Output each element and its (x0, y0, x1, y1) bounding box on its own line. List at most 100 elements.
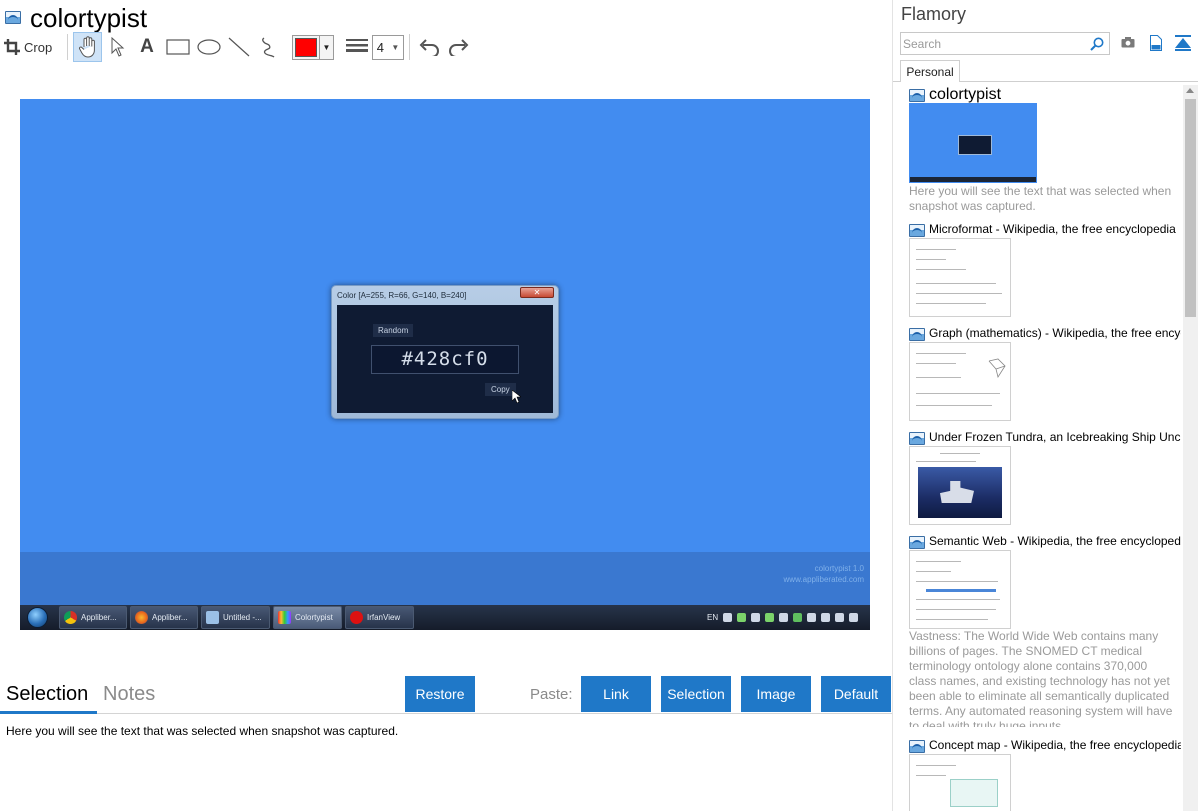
toolbar-divider (67, 34, 68, 60)
flag-icon (849, 612, 859, 622)
tab-selection[interactable]: Selection (6, 683, 88, 706)
search-icon[interactable] (1090, 37, 1104, 51)
line-tool-button[interactable] (226, 32, 252, 62)
taskbar-item-label: Appliber... (81, 613, 117, 622)
tab-notes[interactable]: Notes (103, 683, 155, 706)
taskbar-item: Appliber... (59, 606, 127, 629)
list-item[interactable]: colortypist Here you will see the text t… (909, 86, 1181, 215)
list-item-thumbnail[interactable] (909, 754, 1011, 811)
chevron-down-icon[interactable]: ▼ (319, 36, 333, 59)
paste-link-button[interactable]: Link (581, 676, 651, 712)
list-item[interactable]: Under Frozen Tundra, an Icebreaking Ship… (909, 430, 1181, 526)
snapshot-icon (909, 740, 925, 753)
snapshot-list: colortypist Here you will see the text t… (907, 85, 1181, 811)
list-item-title[interactable]: Concept map - Wikipedia, the free encycl… (929, 738, 1181, 752)
irfanview-icon (350, 611, 363, 624)
thumbnail-text-line (916, 293, 1002, 294)
colortypist-icon (278, 611, 291, 624)
pointer-icon (111, 37, 125, 57)
tab-personal[interactable]: Personal (900, 60, 960, 82)
list-item-thumbnail[interactable] (909, 550, 1011, 629)
taskbar-item: Appliber... (130, 606, 198, 629)
thumbnail-text-line (916, 377, 961, 378)
taskbar-item: Untitled -... (201, 606, 270, 629)
thumbnail-text-line (916, 619, 988, 620)
collapse-icon[interactable] (1175, 35, 1191, 51)
text-tool-button[interactable]: A (136, 32, 158, 62)
line-icon (228, 37, 250, 57)
selection-text[interactable]: Here you will see the text that was sele… (6, 724, 398, 738)
snapshot-icon (909, 224, 925, 237)
thumbnail-text-line (916, 363, 956, 364)
scroll-up-icon[interactable] (1186, 88, 1194, 93)
search-box (900, 32, 1110, 55)
paste-default-button[interactable]: Default (821, 676, 891, 712)
page-icon[interactable] (1150, 35, 1162, 51)
tray-icon (765, 612, 775, 622)
snapshot-icon (909, 328, 925, 341)
watermark-line: colortypist 1.0 (814, 564, 864, 573)
tray-icon (821, 612, 831, 622)
system-tray: EN (707, 610, 859, 624)
hand-tool-button[interactable] (73, 32, 102, 62)
redo-button[interactable] (446, 32, 472, 62)
rectangle-tool-button[interactable] (164, 32, 192, 62)
tray-icon (779, 612, 789, 622)
rectangle-icon (166, 39, 190, 55)
list-item-thumbnail[interactable] (909, 103, 1037, 183)
tray-icon (751, 612, 761, 622)
snapshot-icon (909, 432, 925, 445)
undo-icon (419, 39, 439, 56)
tabs-divider (893, 81, 900, 82)
hex-value: #428cf0 (371, 345, 519, 374)
crop-icon (4, 39, 20, 55)
undo-button[interactable] (416, 32, 442, 62)
toolbar-divider (409, 34, 410, 60)
restore-button[interactable]: Restore (405, 676, 475, 712)
list-item[interactable]: Microformat - Wikipedia, the free encycl… (909, 222, 1181, 318)
taskbar-item-label: Appliber... (152, 613, 188, 622)
camera-icon[interactable] (1121, 36, 1135, 48)
color-picker[interactable]: ▼ (292, 35, 334, 60)
graph-thumbnail-icon (988, 358, 1006, 379)
paste-selection-button[interactable]: Selection (661, 676, 731, 712)
list-item-title[interactable]: Microformat - Wikipedia, the free encycl… (929, 222, 1181, 236)
line-width-select[interactable]: 4 ▼ (372, 35, 404, 60)
list-item-thumbnail[interactable] (909, 446, 1011, 525)
thumbnail-text-line (916, 461, 976, 462)
tray-icon (835, 612, 845, 622)
list-item[interactable]: Semantic Web - Wikipedia, the free encyc… (909, 534, 1181, 732)
list-item-title[interactable]: Under Frozen Tundra, an Icebreaking Ship… (929, 430, 1181, 444)
list-item[interactable]: Concept map - Wikipedia, the free encycl… (909, 738, 1181, 811)
freehand-icon (262, 37, 275, 58)
pointer-tool-button[interactable] (106, 32, 130, 62)
list-item-description: Vastness: The World Wide Web contains ma… (909, 629, 1173, 727)
drawing-toolbar: Crop A ▼ 4 ▼ (0, 32, 500, 62)
paste-image-button[interactable]: Image (741, 676, 811, 712)
taskbar-item-label: IrfanView (367, 613, 401, 622)
crop-button[interactable]: Crop (4, 32, 58, 62)
start-orb-icon (27, 607, 48, 628)
list-item-title[interactable]: Semantic Web - Wikipedia, the free encyc… (929, 534, 1181, 548)
ellipse-tool-button[interactable] (195, 32, 223, 62)
snapshot-image[interactable]: colortypist 1.0 www.appliberated.com Col… (20, 99, 870, 630)
list-item-thumbnail[interactable] (909, 238, 1011, 317)
thumbnail-text-line (916, 269, 966, 270)
list-item-thumbnail[interactable] (909, 342, 1011, 421)
tray-icon (793, 612, 803, 622)
desktop-band (20, 552, 870, 605)
line-width-button[interactable] (345, 32, 369, 62)
snapshot-icon (909, 536, 925, 549)
color-window-title: Color [A=255, R=66, G=140, B=240] (337, 291, 467, 300)
scroll-thumb[interactable] (1185, 99, 1196, 317)
freehand-tool-button[interactable] (256, 32, 282, 62)
list-item-title[interactable]: Graph (mathematics) - Wikipedia, the fre… (929, 326, 1181, 340)
list-item-title[interactable]: colortypist (929, 86, 1181, 104)
crop-label: Crop (24, 39, 53, 55)
snapshot-title[interactable]: colortypist (30, 2, 147, 34)
scrollbar[interactable] (1183, 85, 1198, 811)
list-item[interactable]: Graph (mathematics) - Wikipedia, the fre… (909, 326, 1181, 422)
search-input[interactable] (903, 35, 1083, 52)
snapshot-icon (909, 89, 925, 102)
thumbnail-text-line (916, 259, 946, 260)
